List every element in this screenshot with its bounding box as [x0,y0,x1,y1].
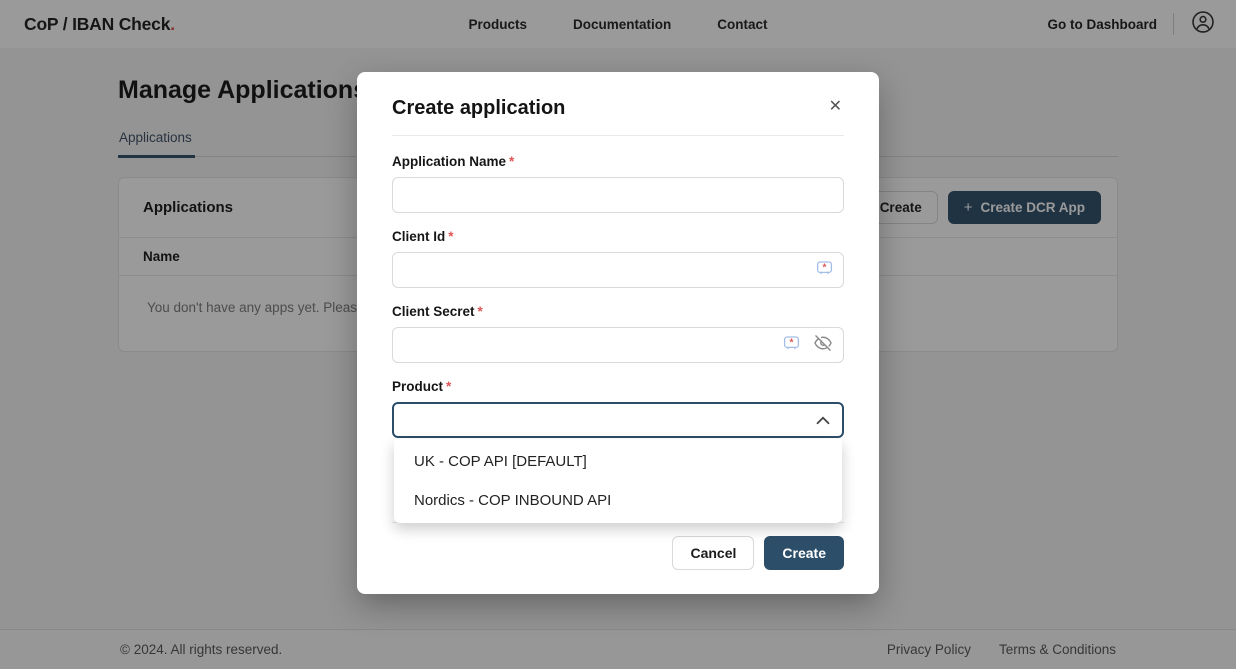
eye-off-icon[interactable] [813,333,833,358]
chevron-up-icon [816,416,830,425]
required-asterisk: * [448,229,453,244]
client-id-field-wrap: * [392,252,844,288]
dropdown-option-uk-cop-api[interactable]: UK - COP API [DEFAULT] [394,442,842,481]
client-secret-field-wrap: * [392,327,844,363]
modal-header: Create application ✕ [357,72,879,135]
dropdown-option-nordics-cop-inbound-api[interactable]: Nordics - COP INBOUND API [394,481,842,520]
password-manager-autofill-icon[interactable]: * [783,335,800,356]
application-name-label: Application Name* [392,154,844,169]
required-asterisk: * [446,379,451,394]
modal-title: Create application [392,97,565,120]
product-dropdown: UK - COP API [DEFAULT] Nordics - COP INB… [394,439,842,523]
client-secret-input[interactable] [392,327,844,363]
required-asterisk: * [509,154,514,169]
modal-body: Application Name* Client Id* * Client Se… [357,136,879,522]
create-application-modal: Create application ✕ Application Name* C… [357,72,879,594]
cancel-button[interactable]: Cancel [672,536,754,570]
application-name-field-wrap [392,177,844,213]
modal-footer: Cancel Create [357,523,879,594]
password-manager-autofill-icon[interactable]: * [816,260,833,281]
required-asterisk: * [478,304,483,319]
svg-text:*: * [790,337,794,348]
client-id-label: Client Id* [392,229,844,244]
product-select[interactable]: UK - COP API [DEFAULT] Nordics - COP INB… [392,402,844,438]
modal-create-button[interactable]: Create [764,536,844,570]
application-name-input[interactable] [392,177,844,213]
svg-text:*: * [823,262,827,273]
client-id-input[interactable] [392,252,844,288]
product-label: Product* [392,379,844,394]
close-icon[interactable]: ✕ [825,97,846,117]
client-secret-label: Client Secret* [392,304,844,319]
